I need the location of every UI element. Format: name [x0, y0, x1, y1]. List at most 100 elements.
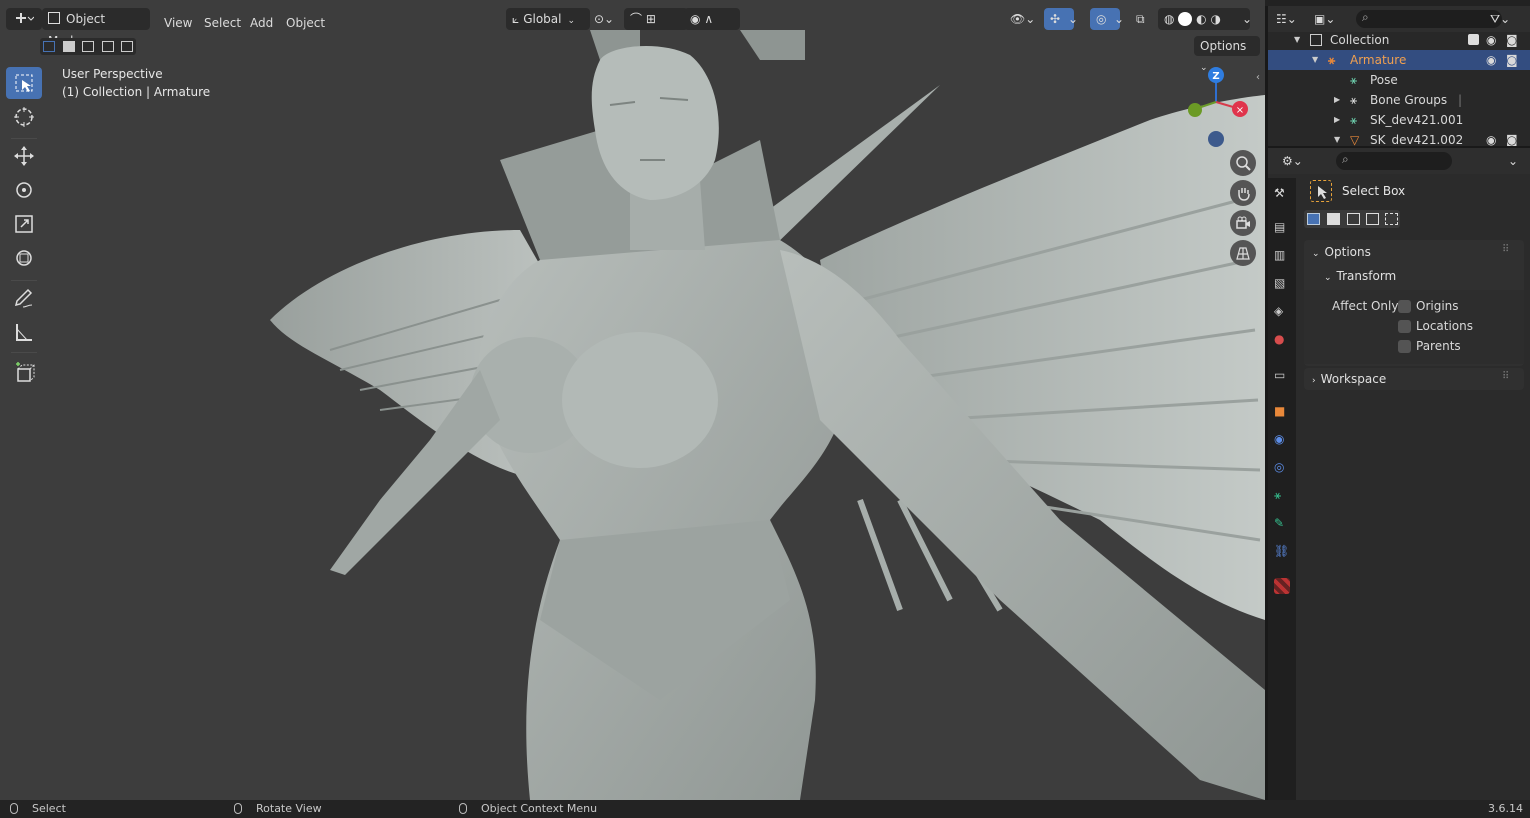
outliner-search-input[interactable]: ⌕	[1356, 10, 1502, 28]
select-subtract-icon[interactable]	[82, 41, 94, 52]
drag-handle-icon[interactable]: ⠿	[1502, 244, 1509, 255]
snap-toggle[interactable]: ⌒ ⊞	[624, 8, 688, 30]
menu-select[interactable]: Select	[204, 12, 241, 34]
workspace-panel[interactable]: › Workspace ⠿	[1304, 368, 1524, 390]
select-extend-icon[interactable]	[63, 41, 75, 52]
eye-icon[interactable]: ◉	[1486, 30, 1496, 50]
mode-dropdown[interactable]: Object Mode⌄	[42, 8, 150, 48]
origins-checkbox[interactable]	[1398, 300, 1411, 313]
object-tab-icon[interactable]: ■	[1274, 404, 1290, 420]
properties-search-input[interactable]: ⌕	[1336, 152, 1452, 170]
chevron-right-icon[interactable]: ▶	[1334, 90, 1340, 110]
render-tab-icon[interactable]: ▤	[1274, 220, 1290, 236]
move-tool[interactable]	[6, 140, 42, 172]
select-intersect-icon[interactable]	[1385, 213, 1398, 225]
bone-tab-icon[interactable]: ✎	[1274, 516, 1290, 532]
zoom-button[interactable]	[1230, 150, 1256, 176]
solid-shading-icon[interactable]	[1178, 12, 1193, 26]
neg-z-axis-handle[interactable]	[1208, 131, 1224, 147]
proportional-edit-toggle[interactable]: ◉ ∧	[684, 8, 740, 30]
add-cube-tool[interactable]	[6, 356, 42, 388]
parents-checkbox[interactable]	[1398, 340, 1411, 353]
xray-toggle[interactable]: ⧉	[1136, 8, 1145, 30]
camera-icon[interactable]: ◙	[1506, 30, 1518, 50]
eye-icon[interactable]: ◉	[1486, 130, 1496, 146]
navigation-gizmo[interactable]: Z ×	[1176, 62, 1260, 152]
grid-perspective-icon	[1236, 247, 1250, 260]
material-shading-icon[interactable]: ◐	[1196, 12, 1206, 26]
sidebar-toggle-arrow[interactable]: ‹	[1256, 72, 1260, 83]
properties-editor-type-button[interactable]: ⚙⌄	[1282, 150, 1303, 172]
rotate-tool[interactable]	[6, 174, 42, 206]
overlays-dropdown[interactable]: ⌄	[1114, 8, 1124, 30]
checkbox-icon[interactable]	[1468, 34, 1479, 45]
outliner-row-sk-dev421-001[interactable]: ▶ ⚹ SK_dev421.001	[1268, 110, 1530, 130]
select-subtract-icon[interactable]	[1347, 213, 1360, 225]
camera-icon[interactable]: ◙	[1506, 130, 1518, 146]
y-axis-handle[interactable]	[1188, 103, 1202, 117]
cursor-tool[interactable]	[6, 101, 42, 133]
pan-button[interactable]	[1230, 180, 1256, 206]
physics-tab-icon[interactable]: ◎	[1274, 460, 1290, 476]
rendered-shading-icon[interactable]: ◑	[1210, 12, 1220, 26]
status-context-menu-hint: Object Context Menu	[481, 802, 598, 815]
outliner-row-bone-groups[interactable]: ▶ ⚹ Bone Groups |	[1268, 90, 1530, 110]
locations-label: Locations	[1416, 319, 1474, 333]
select-intersect-icon[interactable]	[121, 41, 133, 52]
drag-handle-icon[interactable]: ⠿	[1502, 371, 1509, 382]
pivot-point-button[interactable]: ⊙⌄	[594, 8, 614, 30]
select-invert-icon[interactable]	[1366, 213, 1379, 225]
display-mode-dropdown[interactable]: ▣⌄	[1314, 8, 1335, 30]
collection-tab-icon[interactable]: ▭	[1274, 368, 1290, 384]
chevron-down-icon[interactable]: ▼	[1294, 30, 1300, 50]
object-data-armature-tab-icon[interactable]: ⚹	[1274, 488, 1290, 504]
chevron-down-icon[interactable]: ▼	[1334, 130, 1340, 146]
transform-subpanel-header[interactable]: ⌄ Transform	[1324, 269, 1396, 283]
annotate-tool[interactable]	[6, 282, 42, 314]
options-dropdown[interactable]: Options ⌄	[1194, 36, 1260, 73]
measure-tool[interactable]	[6, 316, 42, 348]
menu-object[interactable]: Object	[286, 12, 325, 34]
modifier-tab-icon[interactable]: ◉	[1274, 432, 1290, 448]
wireframe-shading-icon[interactable]: ◍	[1164, 12, 1174, 26]
menu-view[interactable]: View	[164, 12, 192, 34]
options-panel-header[interactable]: ⌄ Options	[1312, 245, 1371, 259]
transform-tool[interactable]	[6, 242, 42, 274]
menu-add[interactable]: Add	[250, 12, 273, 34]
locations-checkbox[interactable]	[1398, 320, 1411, 333]
outliner-row-sk-dev421-002[interactable]: ▼ ▽ SK_dev421.002 ◉ ◙	[1268, 130, 1530, 146]
scene-tab-icon[interactable]: ◈	[1274, 304, 1290, 320]
camera-icon[interactable]: ◙	[1506, 50, 1518, 70]
outliner-row-collection[interactable]: ▼ Collection ◉ ◙	[1268, 30, 1530, 50]
world-tab-icon[interactable]: ●	[1274, 332, 1290, 348]
output-tab-icon[interactable]: ▥	[1274, 248, 1290, 264]
outliner-row-armature[interactable]: ▼ ⚹ Armature ◉ ◙	[1268, 50, 1530, 70]
gizmo-dropdown[interactable]: ⌄	[1068, 8, 1078, 30]
editor-type-button[interactable]	[6, 8, 42, 30]
scale-tool[interactable]	[6, 208, 42, 240]
orientation-dropdown[interactable]: ⟀ Global ⌄	[506, 8, 590, 30]
shading-dropdown[interactable]: ⌄	[1242, 8, 1252, 30]
texture-tab-icon[interactable]	[1274, 578, 1290, 594]
constraint-tab-icon[interactable]: ⛓	[1274, 544, 1290, 560]
camera-view-button[interactable]	[1230, 210, 1256, 236]
select-extend-icon[interactable]	[1327, 213, 1340, 225]
select-new-icon[interactable]	[43, 41, 55, 52]
properties-options-dropdown[interactable]: ⌄	[1508, 150, 1518, 172]
perspective-toggle-button[interactable]	[1230, 240, 1256, 266]
mesh-icon: ▽	[1350, 133, 1360, 146]
workspace-panel-header[interactable]: › Workspace	[1312, 372, 1386, 386]
tool-tab-icon[interactable]: ⚒	[1274, 186, 1290, 202]
3d-viewport[interactable]: Object Mode⌄ View Select Add Object ⟀Glo…	[0, 0, 1265, 800]
eye-icon[interactable]: ◉	[1486, 50, 1496, 70]
outliner-editor-type-button[interactable]: ☷⌄	[1276, 8, 1297, 30]
outliner-row-pose[interactable]: ⚹ Pose	[1268, 70, 1530, 90]
filter-dropdown[interactable]: ⛛⌄	[1490, 8, 1510, 30]
chevron-down-icon[interactable]: ▼	[1312, 50, 1318, 70]
visibility-dropdown[interactable]: 👁⌄	[1010, 8, 1035, 30]
view-layer-tab-icon[interactable]: ▧	[1274, 276, 1290, 292]
select-new-icon[interactable]	[1307, 213, 1320, 225]
select-invert-icon[interactable]	[102, 41, 114, 52]
chevron-right-icon[interactable]: ▶	[1334, 110, 1340, 130]
select-box-tool[interactable]	[6, 67, 42, 99]
